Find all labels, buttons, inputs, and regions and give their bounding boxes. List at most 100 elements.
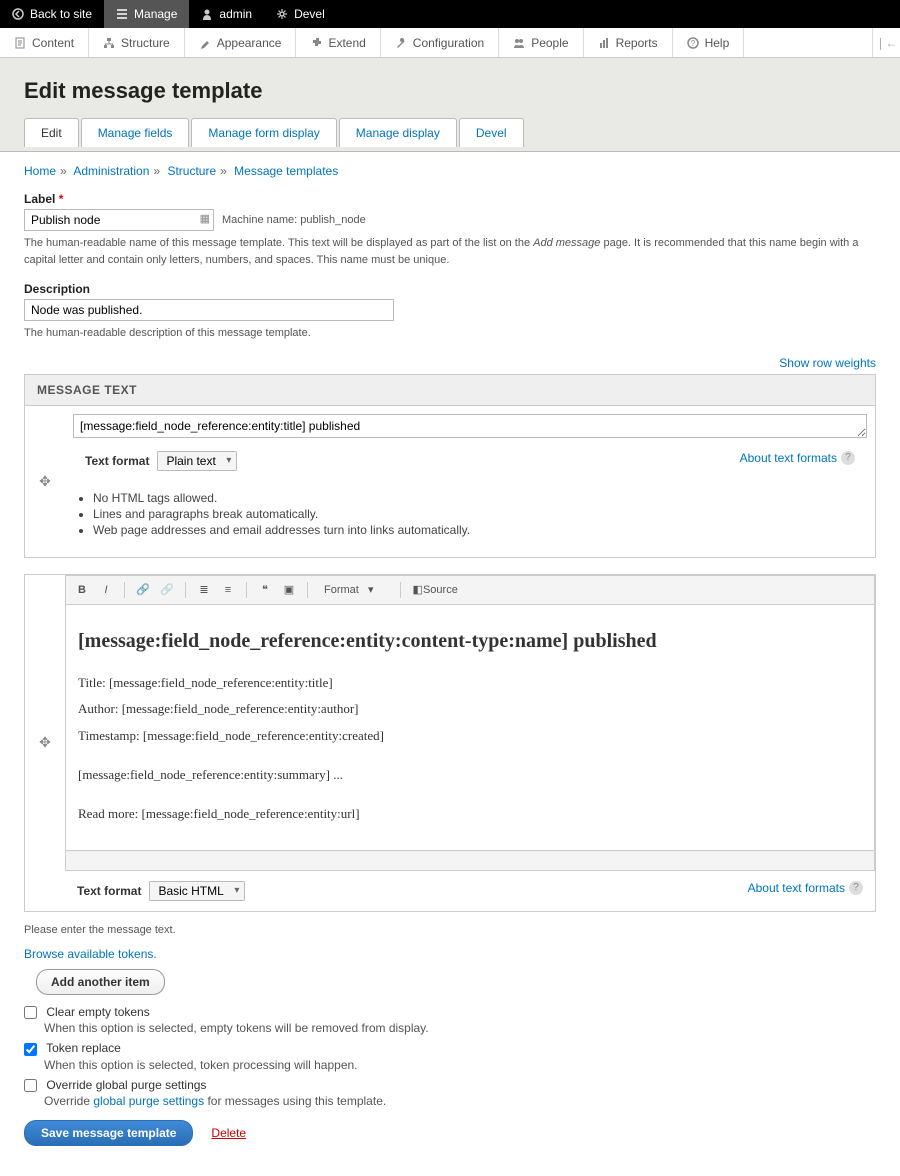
label-help: The human-readable name of this message … <box>24 235 876 268</box>
user-menu[interactable]: admin <box>189 0 264 28</box>
menu-people[interactable]: People <box>499 28 583 57</box>
text-format-label-1: Text format <box>85 451 149 468</box>
structure-icon <box>103 37 115 49</box>
text-format-select-2[interactable]: Basic HTML <box>149 881 245 901</box>
format-tips-1: No HTML tags allowed. Lines and paragrap… <box>73 491 855 537</box>
cke-link-button[interactable]: 🔗 <box>133 580 153 600</box>
save-button[interactable]: Save message template <box>24 1120 193 1146</box>
reports-icon <box>598 37 610 49</box>
ckeditor-toolbar: B I 🔗 🔗 ≣ ≡ ❝ ▣ Format ▾ ◧ Source <box>65 575 875 605</box>
cke-bulleted-list-button[interactable]: ≣ <box>194 580 214 600</box>
token-replace-label[interactable]: Token replace <box>24 1041 121 1055</box>
text-format-label-2: Text format <box>77 881 141 898</box>
hamburger-icon <box>116 8 128 20</box>
cke-italic-button[interactable]: I <box>96 580 116 600</box>
tab-devel[interactable]: Devel <box>459 118 524 147</box>
cke-bold-button[interactable]: B <box>72 580 92 600</box>
ckeditor-footer <box>65 851 875 871</box>
machine-name-display: Machine name: publish_node <box>222 214 366 226</box>
crumb-structure[interactable]: Structure <box>167 164 216 178</box>
add-another-item-button[interactable]: Add another item <box>36 969 165 995</box>
user-icon <box>201 8 213 20</box>
drag-handle-icon[interactable]: ✥ <box>25 575 65 912</box>
cke-unlink-button[interactable]: 🔗 <box>157 580 177 600</box>
override-purge-checkbox[interactable] <box>24 1079 37 1092</box>
ckeditor-body[interactable]: [message:field_node_reference:entity:con… <box>65 605 875 852</box>
cke-heading: [message:field_node_reference:entity:con… <box>78 625 862 657</box>
override-purge-desc: Override global purge settings for messa… <box>44 1094 876 1108</box>
menu-extend[interactable]: Extend <box>296 28 380 57</box>
back-icon <box>12 8 24 20</box>
page-title: Edit message template <box>24 78 876 104</box>
devel-menu[interactable]: Devel <box>264 0 337 28</box>
menu-content[interactable]: Content <box>0 28 89 57</box>
user-label: admin <box>219 7 252 21</box>
crumb-home[interactable]: Home <box>24 164 56 178</box>
manage-label: Manage <box>134 7 177 21</box>
global-purge-settings-link[interactable]: global purge settings <box>93 1094 204 1108</box>
description-help: The human-readable description of this m… <box>24 325 876 342</box>
label-input[interactable] <box>24 209 214 231</box>
toolbar-orientation-toggle[interactable]: ❘← <box>872 28 900 57</box>
tab-manage-fields[interactable]: Manage fields <box>81 118 190 147</box>
back-label: Back to site <box>30 7 92 21</box>
primary-tabs: Edit Manage fields Manage form display M… <box>24 118 876 147</box>
back-to-site[interactable]: Back to site <box>0 0 104 28</box>
content-icon <box>14 37 26 49</box>
show-row-weights-link[interactable]: Show row weights <box>779 356 876 370</box>
menu-structure[interactable]: Structure <box>89 28 185 57</box>
help-qmark-icon: ? <box>849 881 863 895</box>
message-text-row-1: ✥ [message:field_node_reference:entity:t… <box>24 406 876 558</box>
description-field-row: Description The human-readable descripti… <box>24 282 876 342</box>
help-qmark-icon: ? <box>841 451 855 465</box>
manage-toggle[interactable]: Manage <box>104 0 189 28</box>
wrench-icon <box>395 37 407 49</box>
label-label: Label * <box>24 192 876 206</box>
token-replace-desc: When this option is selected, token proc… <box>44 1058 876 1072</box>
appearance-icon <box>199 37 211 49</box>
tab-manage-form-display[interactable]: Manage form display <box>191 118 336 147</box>
message-text-textarea-1[interactable]: [message:field_node_reference:entity:tit… <box>73 414 867 438</box>
clear-empty-tokens-checkbox[interactable] <box>24 1006 37 1019</box>
devel-label: Devel <box>294 7 325 21</box>
cke-numbered-list-button[interactable]: ≡ <box>218 580 238 600</box>
delete-link[interactable]: Delete <box>211 1126 246 1140</box>
show-row-weights: Show row weights <box>24 356 876 370</box>
about-text-formats-link-1[interactable]: About text formats? <box>740 451 855 465</box>
message-text-row-2: ✥ B I 🔗 🔗 ≣ ≡ ❝ ▣ Format ▾ ◧ Source [ <box>24 574 876 913</box>
page-header-region: Edit message template Edit Manage fields… <box>0 58 900 151</box>
clear-empty-tokens-desc: When this option is selected, empty toke… <box>44 1021 876 1035</box>
menu-configuration[interactable]: Configuration <box>381 28 499 57</box>
help-icon: ? <box>687 37 699 49</box>
cke-source-button[interactable]: ◧ Source <box>409 580 462 600</box>
form-actions: Save message template Delete <box>24 1120 876 1146</box>
crumb-templates[interactable]: Message templates <box>234 164 338 178</box>
tab-manage-display[interactable]: Manage display <box>339 118 457 147</box>
svg-text:?: ? <box>690 39 695 48</box>
cke-image-button[interactable]: ▣ <box>279 580 299 600</box>
toolbar-top: Back to site Manage admin Devel <box>0 0 900 28</box>
extend-icon <box>310 37 322 49</box>
message-text-help: Please enter the message text. <box>24 922 876 939</box>
tab-edit[interactable]: Edit <box>24 118 79 147</box>
description-input[interactable] <box>24 299 394 321</box>
crumb-admin[interactable]: Administration <box>73 164 149 178</box>
about-text-formats-link-2[interactable]: About text formats? <box>748 881 863 895</box>
drag-handle-icon[interactable]: ✥ <box>25 406 65 557</box>
clear-empty-tokens-label[interactable]: Clear empty tokens <box>24 1005 150 1019</box>
menu-help[interactable]: ?Help <box>673 28 745 57</box>
people-icon <box>513 37 525 49</box>
machine-name-edit-icon[interactable]: ▦ <box>200 212 210 225</box>
text-format-select-1[interactable]: Plain text <box>157 451 237 471</box>
token-replace-checkbox[interactable] <box>24 1043 37 1056</box>
menu-reports[interactable]: Reports <box>584 28 673 57</box>
override-purge-label[interactable]: Override global purge settings <box>24 1078 206 1092</box>
menu-appearance[interactable]: Appearance <box>185 28 297 57</box>
message-text-header: MESSAGE TEXT <box>24 374 876 406</box>
browse-tokens-link[interactable]: Browse available tokens. <box>24 947 157 961</box>
description-label: Description <box>24 282 876 296</box>
gear-icon <box>276 8 288 20</box>
label-field-row: Label * ▦ Machine name: publish_node The… <box>24 192 876 268</box>
cke-blockquote-button[interactable]: ❝ <box>255 580 275 600</box>
cke-format-dropdown[interactable]: Format ▾ <box>316 581 392 598</box>
